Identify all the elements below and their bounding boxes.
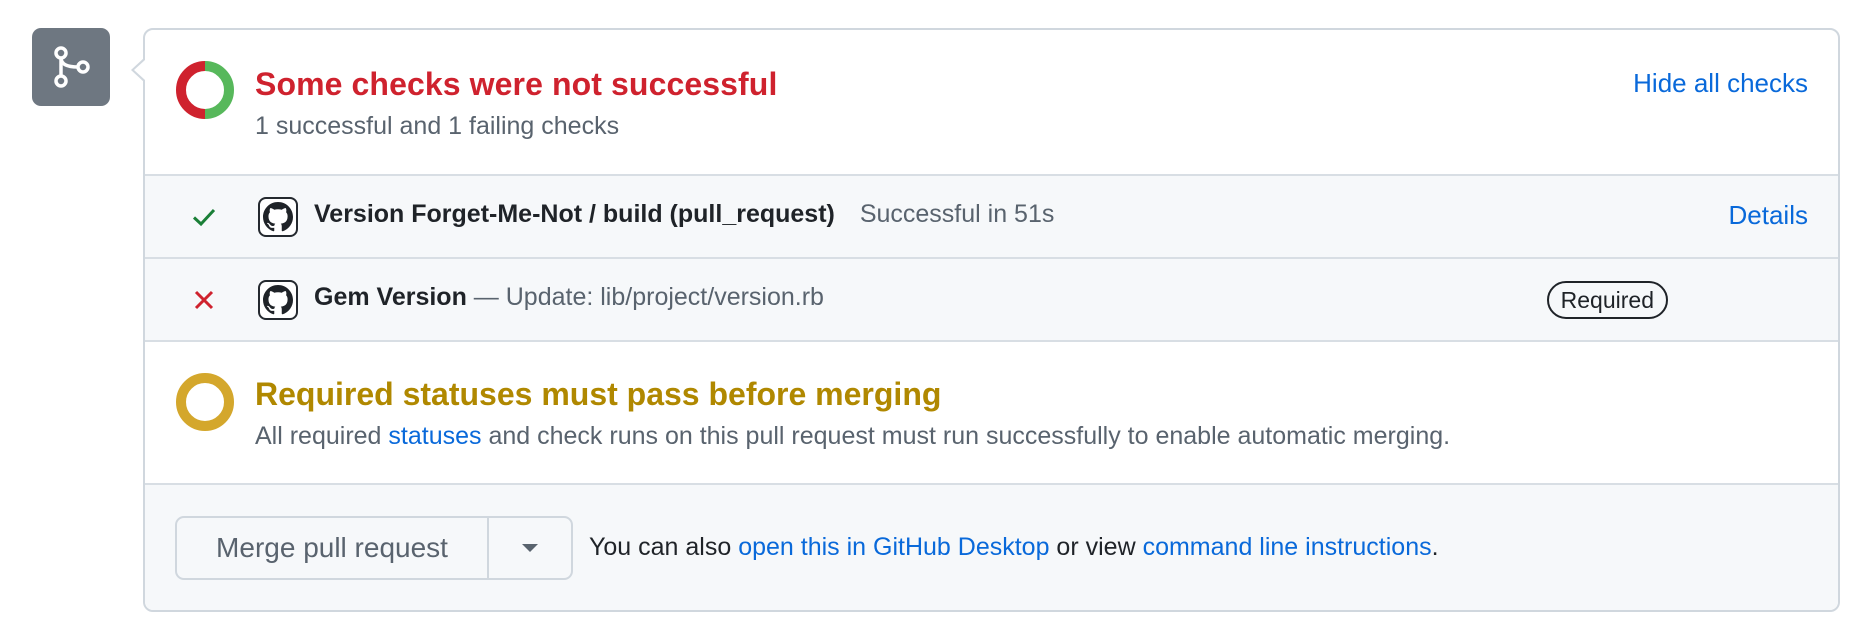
git-merge-icon: [54, 46, 90, 88]
required-desc-before: All required: [255, 422, 389, 450]
check-icon: [192, 208, 216, 227]
merge-note-middle: or view: [1049, 533, 1143, 561]
required-statuses-title: Required statuses must pass before mergi…: [255, 376, 942, 412]
github-desktop-link[interactable]: open this in GitHub Desktop: [738, 533, 1049, 561]
merge-state-icon-box: [32, 28, 110, 106]
merge-method-dropdown[interactable]: [489, 518, 571, 578]
required-desc-after: and check runs on this pull request must…: [481, 422, 1451, 450]
x-icon: [194, 290, 214, 310]
github-mark-icon: [263, 202, 293, 232]
triangle-down-icon: [522, 544, 538, 552]
merge-note-before: You can also: [589, 533, 739, 561]
merge-note-after: .: [1431, 533, 1439, 561]
donut-status-icon: [176, 61, 234, 119]
required-statuses-section: Required statuses must pass before mergi…: [145, 340, 1838, 483]
merge-pull-request-button[interactable]: Merge pull request: [177, 518, 489, 578]
check-name: Version Forget-Me-Not / build (pull_requ…: [314, 200, 1054, 229]
check-details-link[interactable]: Details: [1729, 200, 1808, 231]
check-name-text: Version Forget-Me-Not / build (pull_requ…: [314, 200, 835, 228]
required-statuses-description: All required statuses and check runs on …: [255, 422, 1450, 451]
command-line-instructions-link[interactable]: command line instructions: [1143, 533, 1432, 561]
check-description: Successful in 51s: [859, 200, 1055, 228]
merge-button-group: Merge pull request: [175, 516, 573, 580]
github-app-avatar: [258, 197, 298, 237]
statuses-link[interactable]: statuses: [388, 422, 481, 450]
check-row: Version Forget-Me-Not / build (pull_requ…: [145, 174, 1838, 257]
panel-pointer-inner: [134, 60, 145, 80]
checks-summary-title: Some checks were not successful: [255, 66, 778, 102]
required-badge: Required: [1546, 281, 1668, 319]
pending-ring-icon: [176, 373, 234, 431]
hide-all-checks-link[interactable]: Hide all checks: [1633, 68, 1808, 99]
check-description: — Update: lib/project/version.rb: [466, 283, 824, 311]
checks-summary: Some checks were not successful 1 succes…: [145, 30, 1838, 174]
merge-actions: Merge pull request You can also open thi…: [145, 483, 1838, 610]
checks-summary-subtitle: 1 successful and 1 failing checks: [255, 112, 620, 140]
merge-alternatives-note: You can also open this in GitHub Desktop…: [589, 533, 1439, 562]
check-row: Gem Version — Update: lib/project/versio…: [145, 257, 1838, 340]
check-name-text: Gem Version: [314, 283, 467, 311]
merge-box-panel: Some checks were not successful 1 succes…: [143, 28, 1840, 612]
check-name: Gem Version — Update: lib/project/versio…: [314, 283, 824, 312]
github-app-avatar: [258, 280, 298, 320]
github-mark-icon: [263, 285, 293, 315]
